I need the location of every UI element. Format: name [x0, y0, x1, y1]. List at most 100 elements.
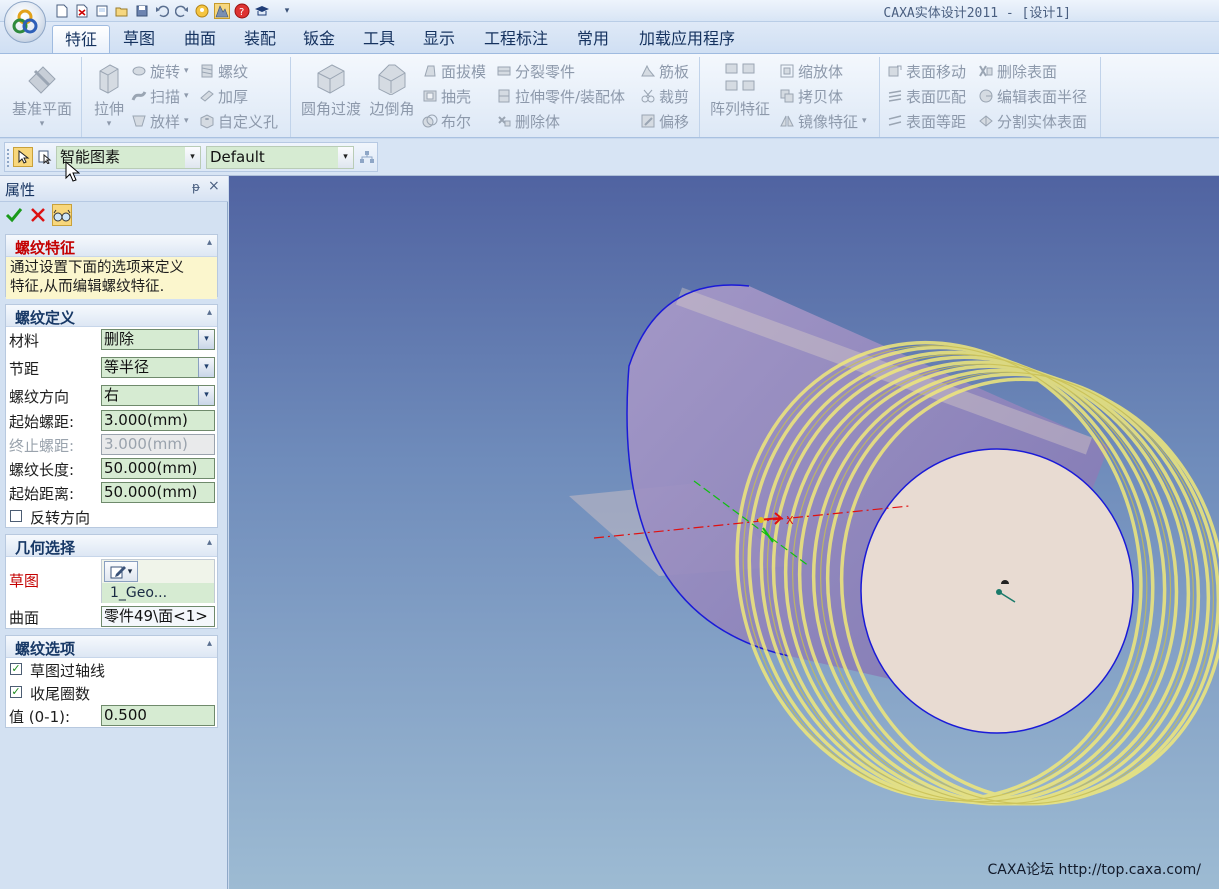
- extrude-part-button[interactable]: 拉伸零件/装配体: [496, 85, 625, 107]
- end-pitch-input: 3.000(mm): [101, 434, 215, 455]
- 3d-viewport[interactable]: X CAXA论坛 http://top.caxa.com/: [229, 176, 1219, 889]
- delete-body-button[interactable]: 删除体: [496, 110, 560, 132]
- thicken-label: 加厚: [218, 87, 249, 106]
- help-icon[interactable]: ?: [234, 3, 250, 19]
- material-select[interactable]: 删除 ▾: [101, 329, 215, 350]
- thread-button[interactable]: 螺纹: [199, 60, 248, 82]
- extrude-button[interactable]: 拉伸 ▾: [87, 57, 131, 129]
- application-menu-button[interactable]: [4, 1, 46, 43]
- draft-button[interactable]: 面拔模: [422, 60, 486, 82]
- shell-button[interactable]: 抽壳: [422, 85, 471, 107]
- sketch-selection-box[interactable]: ▾ 1_Geo...: [101, 559, 215, 603]
- value-input[interactable]: 0.500: [101, 705, 215, 726]
- thread-direction-row: 螺纹方向 右 ▾: [6, 384, 217, 408]
- pitch-select[interactable]: 等半径 ▾: [101, 357, 215, 378]
- draft-label: 面拔模: [441, 62, 487, 81]
- chevron-down-icon[interactable]: ▾: [198, 358, 214, 377]
- surface-input[interactable]: 零件49\面<1>: [101, 606, 215, 627]
- thicken-button[interactable]: 加厚: [199, 85, 248, 107]
- cancel-x-icon[interactable]: [28, 204, 48, 226]
- custom-hole-button[interactable]: 自定义孔: [199, 110, 278, 132]
- face-move-button[interactable]: 表面移动: [887, 60, 966, 82]
- start-pitch-input[interactable]: 3.000(mm): [101, 410, 215, 431]
- new-drawing-icon[interactable]: [94, 3, 110, 19]
- sketch-list-item[interactable]: 1_Geo...: [102, 583, 214, 603]
- chevron-down-icon[interactable]: ▾: [338, 147, 353, 168]
- thread-feature-section-header[interactable]: 螺纹特征 ▴: [6, 235, 217, 257]
- loft-button[interactable]: 放样 ▾: [131, 110, 189, 132]
- split-part-button[interactable]: 分裂零件: [496, 60, 575, 82]
- tab-sketch[interactable]: 草图: [111, 25, 167, 53]
- face-match-button[interactable]: 表面匹配: [887, 85, 966, 107]
- redo-icon[interactable]: [174, 3, 190, 19]
- save-icon[interactable]: [134, 3, 150, 19]
- tab-assembly[interactable]: 装配: [232, 25, 288, 53]
- select-arrow-icon[interactable]: [13, 147, 33, 167]
- pattern-feature-button[interactable]: 阵列特征: [705, 57, 775, 119]
- training-icon[interactable]: [254, 3, 270, 19]
- chevron-down-icon[interactable]: ▾: [198, 386, 214, 405]
- mirror-feature-button[interactable]: 镜像特征 ▾: [779, 110, 867, 132]
- edit-face-radius-button[interactable]: 编辑表面半径: [978, 85, 1087, 107]
- chamfer-button[interactable]: 边倒角: [366, 57, 418, 119]
- design-library-icon[interactable]: [214, 3, 230, 19]
- rib-button[interactable]: 筋板: [640, 60, 689, 82]
- delete-face-button[interactable]: 删除表面: [978, 60, 1057, 82]
- revolve-button[interactable]: 旋转 ▾: [131, 60, 189, 82]
- thread-length-input[interactable]: 50.000(mm): [101, 458, 215, 479]
- chevron-down-icon[interactable]: ▾: [198, 330, 214, 349]
- sweep-button[interactable]: 扫描 ▾: [131, 85, 189, 107]
- new-file-icon[interactable]: [54, 3, 70, 19]
- chevron-down-icon[interactable]: ▾: [185, 147, 200, 168]
- thread-feature-title: 螺纹特征: [15, 239, 76, 257]
- customize-dropdown-icon[interactable]: ▾: [282, 3, 292, 19]
- pattern-label: 阵列特征: [709, 100, 770, 118]
- geometry-selection-section-header[interactable]: 几何选择 ▴: [6, 535, 217, 557]
- tab-tools[interactable]: 工具: [351, 25, 407, 53]
- thread-direction-select[interactable]: 右 ▾: [101, 385, 215, 406]
- boolean-button[interactable]: 布尔: [422, 110, 471, 132]
- thread-definition-section-header[interactable]: 螺纹定义 ▴: [6, 305, 217, 327]
- undo-icon[interactable]: [154, 3, 170, 19]
- collapse-icon[interactable]: ▴: [207, 537, 212, 548]
- tab-engineering-annotation[interactable]: 工程标注: [472, 25, 560, 53]
- tab-addins[interactable]: 加载应用程序: [627, 25, 747, 53]
- new-design-icon[interactable]: [74, 3, 90, 19]
- toolbar-grip[interactable]: [7, 149, 10, 167]
- split-solid-face-button[interactable]: 分割实体表面: [978, 110, 1087, 132]
- sketch-axis-checkbox[interactable]: ✓: [10, 663, 22, 675]
- close-icon[interactable]: ×: [208, 178, 220, 194]
- style-combo[interactable]: Default ▾: [206, 146, 354, 169]
- apply-check-icon[interactable]: [4, 204, 24, 226]
- offset-button[interactable]: 偏移: [640, 110, 689, 132]
- preview-glasses-icon[interactable]: [52, 204, 72, 226]
- start-distance-input[interactable]: 50.000(mm): [101, 482, 215, 503]
- scale-body-button[interactable]: 缩放体: [779, 60, 843, 82]
- face-offset-button[interactable]: 表面等距: [887, 110, 966, 132]
- trim-button[interactable]: 裁剪: [640, 85, 689, 107]
- pin-icon[interactable]: ᵽ: [192, 180, 200, 194]
- tab-sheet-metal[interactable]: 钣金: [291, 25, 347, 53]
- tab-feature[interactable]: 特征: [52, 25, 111, 53]
- collapse-icon[interactable]: ▴: [207, 307, 212, 318]
- reverse-direction-checkbox[interactable]: [10, 510, 22, 522]
- boolean-label: 布尔: [441, 112, 472, 131]
- thread-options-section-header[interactable]: 螺纹选项 ▴: [6, 636, 217, 658]
- chamfer-icon: [375, 61, 409, 95]
- select-drawing-icon[interactable]: [35, 147, 55, 167]
- tab-common[interactable]: 常用: [565, 25, 621, 53]
- design-element-icon[interactable]: [194, 3, 210, 19]
- edit-sketch-button[interactable]: ▾: [104, 561, 138, 582]
- base-plane-button[interactable]: 基准平面 ▾: [8, 57, 76, 129]
- tab-surface[interactable]: 曲面: [172, 25, 228, 53]
- tail-turns-checkbox[interactable]: ✓: [10, 686, 22, 698]
- pitch-row: 节距 等半径 ▾: [6, 356, 217, 380]
- collapse-icon[interactable]: ▴: [207, 638, 212, 649]
- open-folder-icon[interactable]: [114, 3, 130, 19]
- hierarchy-icon[interactable]: [357, 147, 377, 167]
- fillet-button[interactable]: 圆角过渡: [298, 57, 364, 119]
- copy-body-button[interactable]: 拷贝体: [779, 85, 843, 107]
- collapse-icon[interactable]: ▴: [207, 237, 212, 248]
- delete-face-icon: [978, 63, 994, 79]
- tab-display[interactable]: 显示: [411, 25, 467, 53]
